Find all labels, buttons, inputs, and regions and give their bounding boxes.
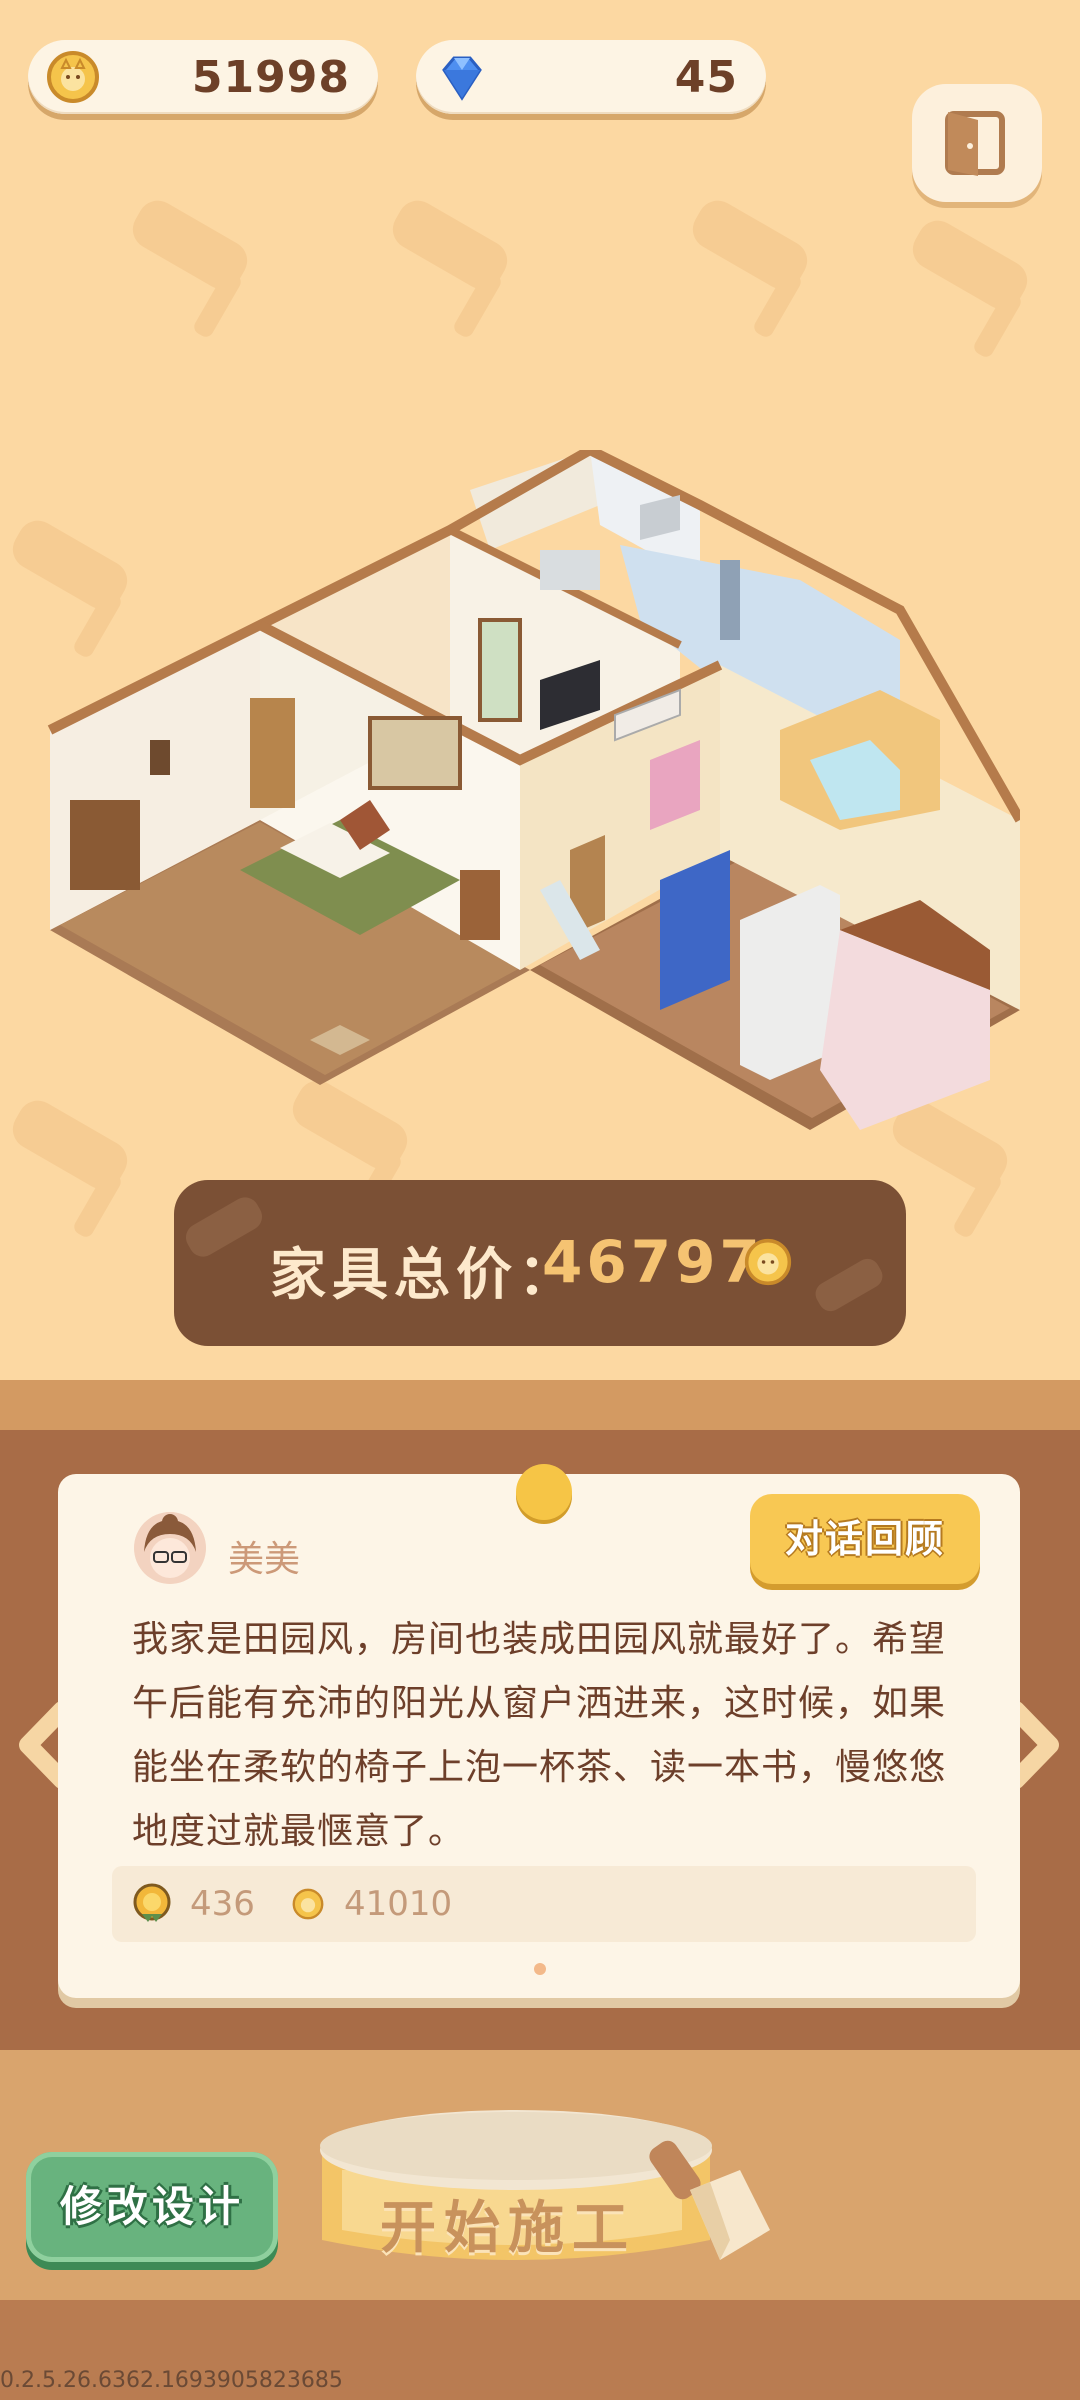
exit-door-icon	[945, 111, 1005, 176]
price-value: 46797	[542, 1228, 764, 1296]
avatar	[134, 1512, 206, 1584]
roller-pattern-icon	[132, 200, 248, 337]
start-construction-label: 开始施工	[380, 2196, 636, 2261]
coin-icon	[292, 1888, 324, 1920]
furniture-price-banner: 家具总价： 46797	[174, 1180, 906, 1346]
coin-value: 51998	[191, 52, 350, 103]
coin-icon	[47, 51, 99, 103]
price-label: 家具总价：	[270, 1243, 580, 1308]
panel-rim	[0, 1380, 1080, 1430]
npc-message: 我家是田园风，房间也装成田园风就最好了。希望午后能有充沛的阳光从窗户洒进来，这时…	[132, 1619, 947, 1852]
version-text: 0.2.5.26.6362.1693905823685	[0, 2368, 343, 2393]
coin-counter[interactable]: 51998	[28, 40, 378, 114]
roller-pattern-icon	[692, 200, 808, 337]
house-floorplan[interactable]	[40, 450, 1020, 1140]
medal-icon	[133, 1883, 171, 1922]
dialog-review-button[interactable]: 对话回顾	[750, 1494, 980, 1584]
reward-bar: 436 41010	[112, 1866, 976, 1942]
npc-portrait-icon	[134, 1512, 206, 1584]
roller-pattern-icon	[815, 1258, 883, 1312]
gem-value: 45	[674, 52, 738, 103]
coin-icon	[744, 1238, 792, 1286]
exit-button[interactable]	[912, 84, 1042, 202]
roller-pattern-icon	[912, 220, 1028, 357]
gem-counter[interactable]: 45	[416, 40, 766, 114]
roller-pattern-icon	[392, 200, 508, 337]
medal-reward: 436	[190, 1884, 255, 1924]
npc-name: 美美	[228, 1539, 301, 1580]
pin-icon	[516, 1464, 572, 1520]
modify-design-button[interactable]: 修改设计	[26, 2152, 278, 2262]
page-indicator	[534, 1963, 546, 1975]
coin-reward: 41010	[344, 1884, 453, 1924]
gem-icon	[442, 56, 482, 101]
brush-icon	[649, 2140, 770, 2260]
